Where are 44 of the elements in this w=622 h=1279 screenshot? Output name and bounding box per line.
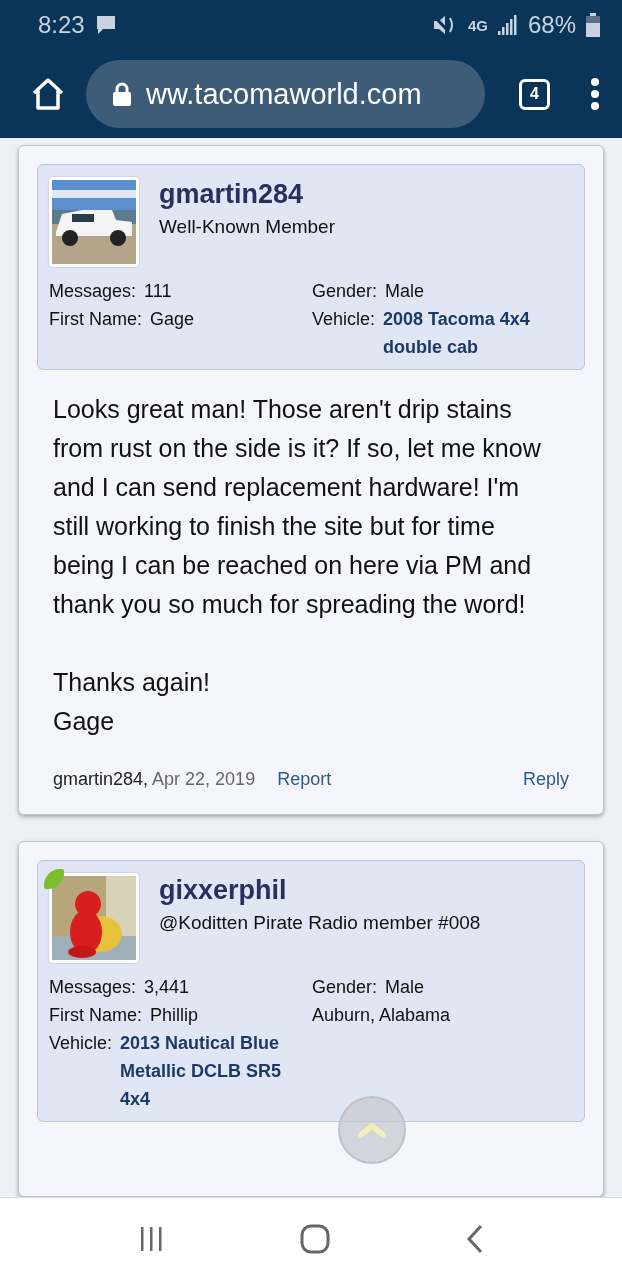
field-value: Phillip bbox=[150, 1004, 199, 1027]
message-text: Gage bbox=[53, 706, 116, 737]
battery-icon bbox=[586, 13, 600, 37]
network-type: 4G bbox=[467, 16, 488, 34]
vehicle-link[interactable]: 2008 Tacoma 4x4 double cab bbox=[383, 305, 573, 361]
username[interactable]: gmartin284 bbox=[159, 179, 335, 210]
field-value: Gage bbox=[150, 308, 195, 331]
report-link[interactable]: Report bbox=[277, 769, 332, 790]
clock: 8:23 bbox=[38, 11, 85, 39]
url-text: ww.tacomaworld.com bbox=[146, 77, 422, 111]
field-label: Gender: bbox=[312, 976, 378, 999]
message-text: Looks great man! Those aren't drip stains from rust on the side is it? If so, let me know and I can send replacement hardware! I'm still working to finish the site but for time being I can be reached on here via PM and thank you so much for spreading the word! bbox=[53, 394, 542, 620]
reply-link[interactable]: Reply bbox=[522, 769, 569, 790]
message-icon bbox=[94, 14, 117, 36]
user-title: @Koditten Pirate Radio member #008 bbox=[159, 912, 481, 934]
field-value: Male bbox=[385, 976, 425, 999]
signal-icon bbox=[497, 15, 518, 35]
battery-percent: 68% bbox=[527, 11, 576, 39]
username[interactable]: gixxerphil bbox=[159, 875, 481, 906]
field-label: Messages: bbox=[49, 280, 137, 303]
message-text: Thanks again! bbox=[53, 667, 212, 698]
field-label: First Name: bbox=[49, 308, 142, 331]
field-value: 3,441 bbox=[144, 976, 190, 999]
address-bar[interactable]: ww.tacomaworld.com bbox=[86, 60, 485, 128]
post-author: gmartin284, bbox=[53, 769, 149, 790]
field-label: Messages: bbox=[49, 976, 137, 999]
user-title: Well-Known Member bbox=[159, 216, 335, 238]
post-date: Apr 22, 2019 bbox=[152, 769, 256, 790]
tab-switcher-button[interactable]: 4 bbox=[519, 78, 550, 110]
field-value: Auburn, Alabama bbox=[312, 1004, 451, 1027]
field-label: Vehicle: bbox=[49, 1032, 113, 1055]
recent-apps-icon bbox=[138, 1225, 164, 1252]
field-label: Vehicle: bbox=[312, 308, 376, 331]
chevron-up-icon bbox=[357, 1121, 387, 1139]
vehicle-link[interactable]: 2013 Nautical Blue Metallic DCLB SR5 4x4 bbox=[120, 1029, 312, 1113]
back-icon bbox=[466, 1223, 484, 1254]
field-label: First Name: bbox=[49, 1004, 142, 1027]
home-icon bbox=[30, 77, 66, 111]
field-value: Male bbox=[385, 280, 425, 303]
lock-icon bbox=[112, 82, 132, 106]
menu-icon[interactable] bbox=[590, 78, 600, 110]
field-value: 111 bbox=[144, 280, 172, 303]
field-label: Gender: bbox=[312, 280, 378, 303]
home-icon bbox=[300, 1223, 330, 1254]
